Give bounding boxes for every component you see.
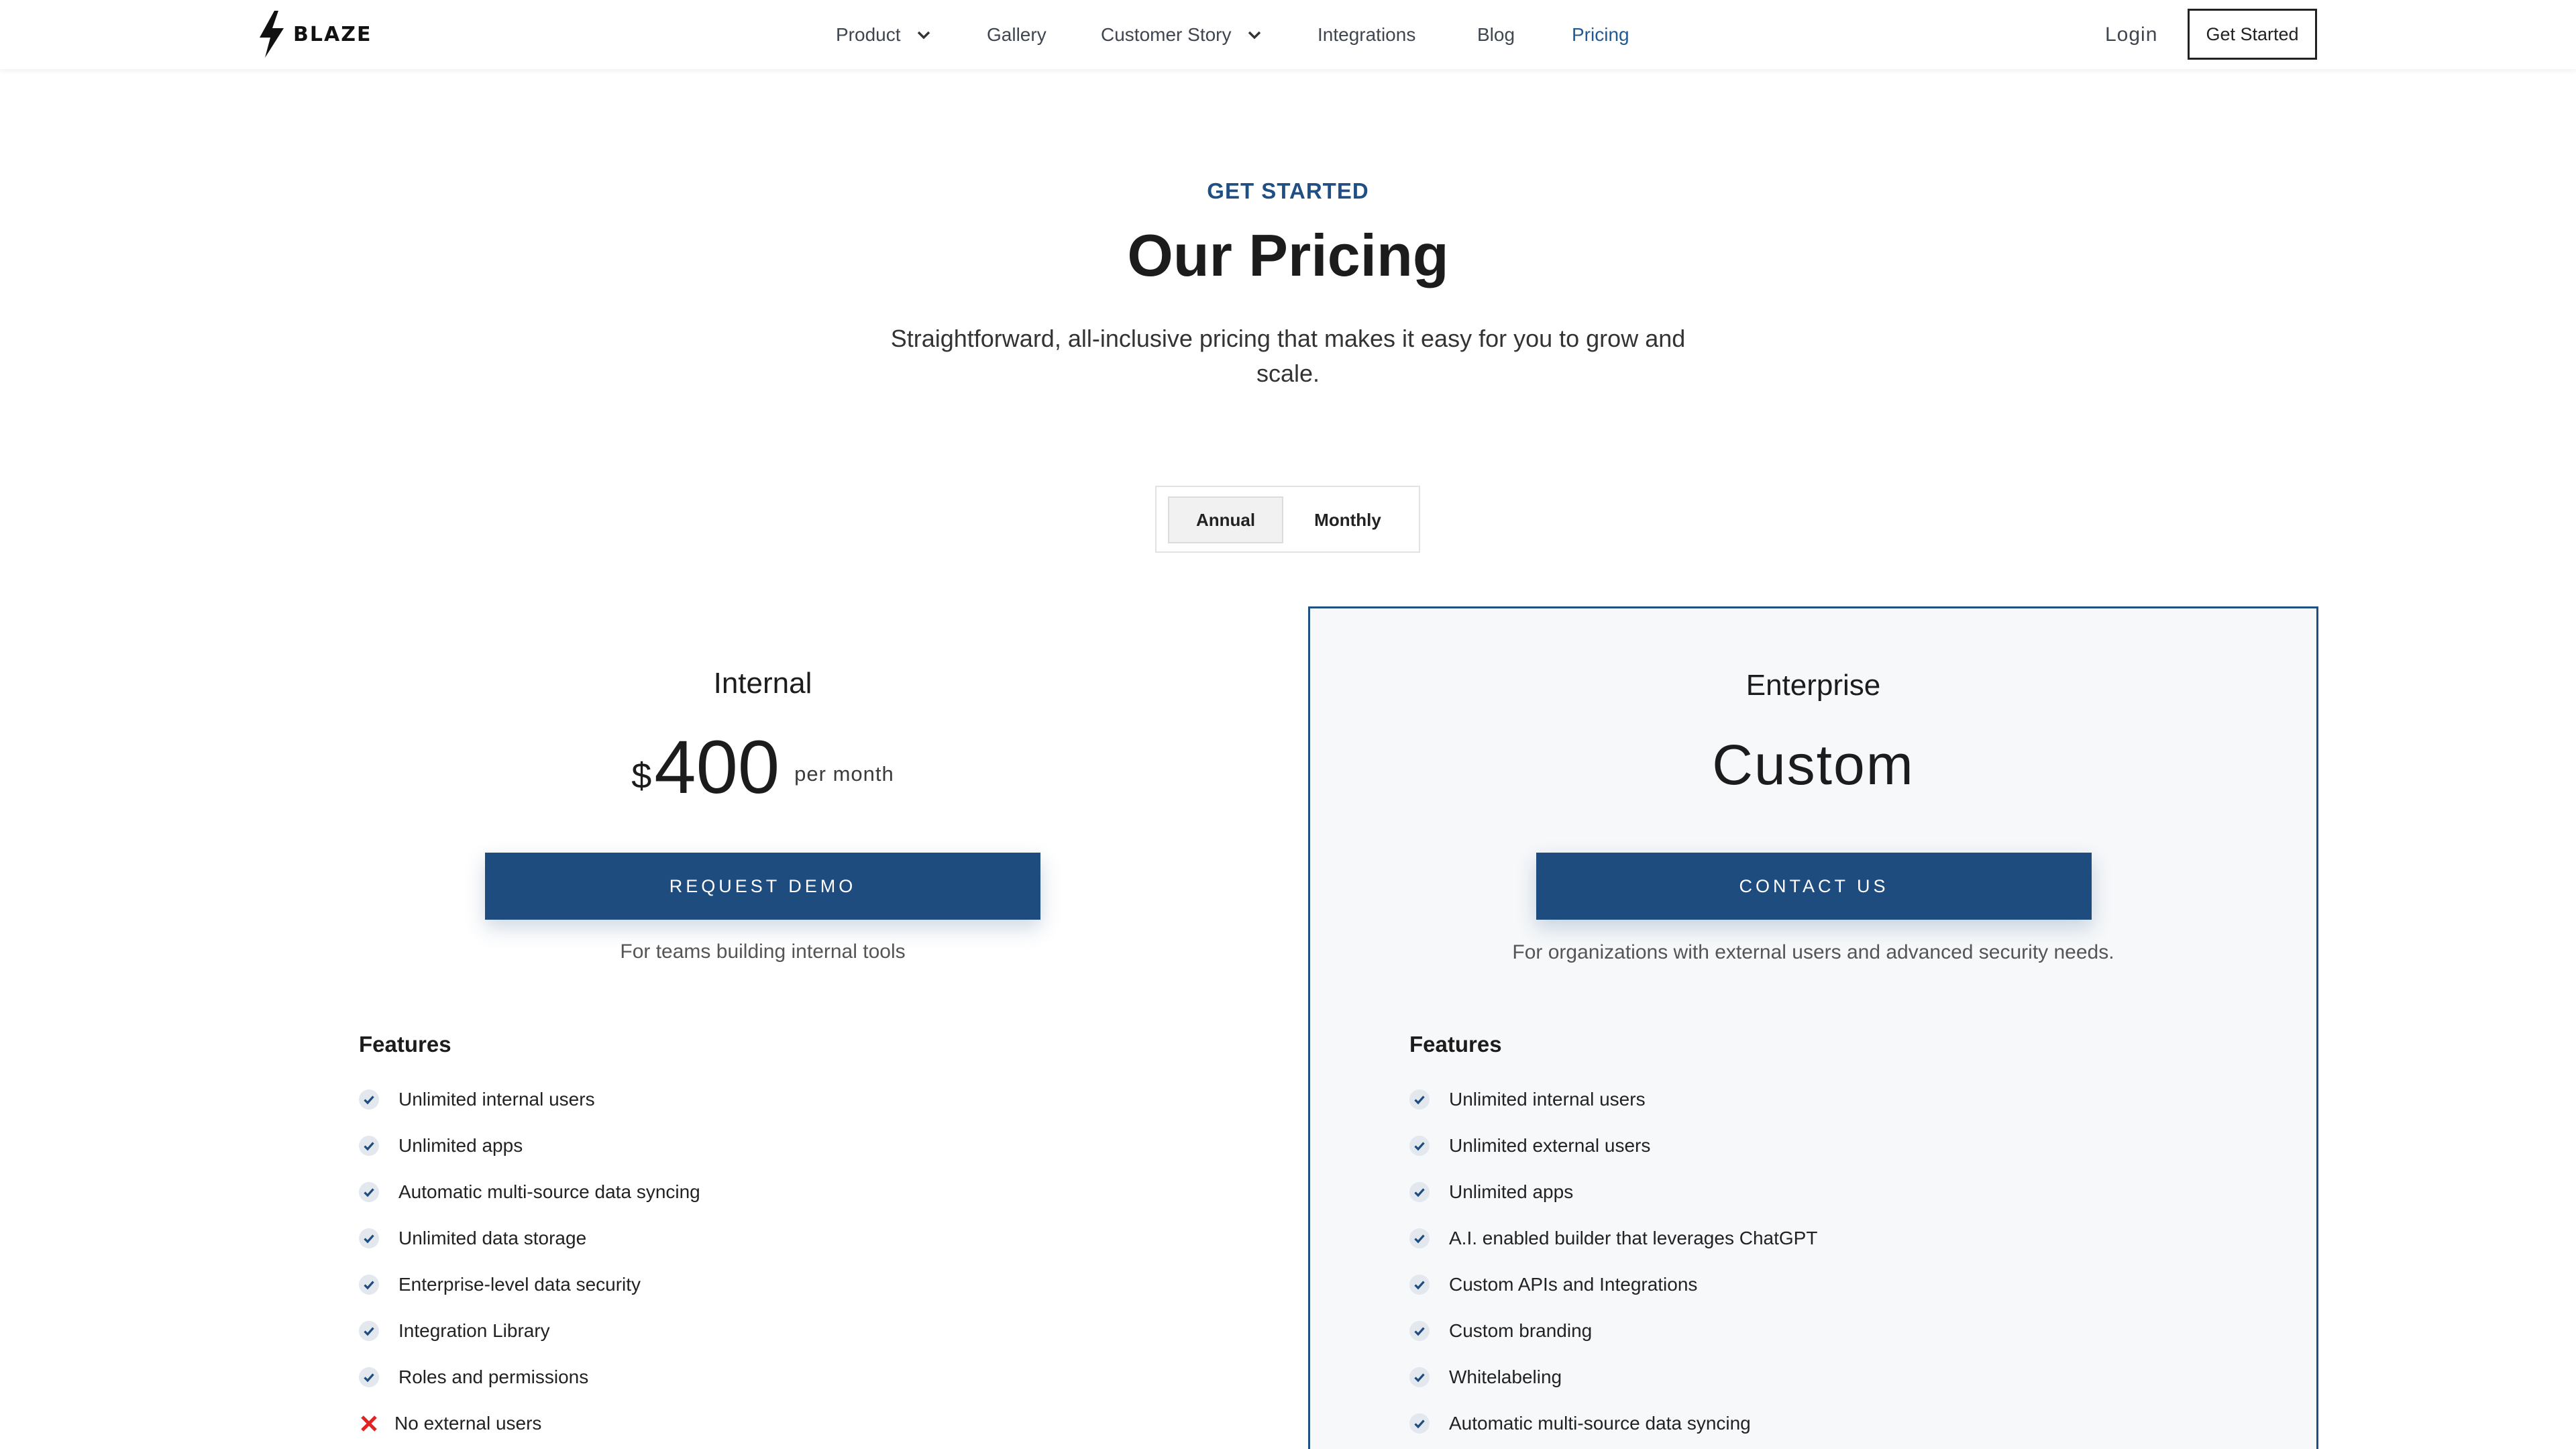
feature-item: Integration Library <box>359 1307 700 1354</box>
feature-item: Custom APIs and Integrations <box>1409 1261 1817 1307</box>
features-heading: Features <box>1409 1032 1502 1057</box>
page-subtitle: Straightforward, all-inclusive pricing t… <box>890 325 1686 387</box>
feature-label: Unlimited external users <box>1449 1134 1651 1156</box>
lightning-bolt-icon <box>257 11 286 58</box>
check-icon <box>1409 1274 1430 1295</box>
feature-label: Roles and permissions <box>398 1366 589 1387</box>
feature-label: Enterprise-level data security <box>398 1273 641 1295</box>
price-currency: $ <box>631 756 652 796</box>
feature-label: A.I. enabled builder that leverages Chat… <box>1449 1227 1818 1248</box>
top-navbar: BLAZE Product Gallery Customer Story Int… <box>0 0 2576 69</box>
toggle-annual[interactable]: Annual <box>1168 496 1283 543</box>
nav-item-integrations[interactable]: Integrations <box>1318 0 1415 69</box>
feature-label: Automatic multi-source data syncing <box>398 1181 700 1202</box>
plan-tagline: For organizations with external users an… <box>1512 941 2114 963</box>
check-icon <box>1409 1181 1430 1202</box>
logo-text: BLAZE <box>293 22 372 46</box>
feature-item: Unlimited internal users <box>1409 1076 1817 1122</box>
nav-item-label: Integrations <box>1318 23 1416 45</box>
check-icon <box>359 1181 379 1202</box>
feature-label: No external users <box>394 1412 542 1434</box>
feature-item: Unlimited apps <box>1409 1169 1817 1215</box>
feature-list: Unlimited internal users Unlimited exter… <box>1409 1076 1817 1446</box>
plan-tagline: For teams building internal tools <box>620 941 906 963</box>
feature-item: Unlimited data storage <box>359 1215 700 1261</box>
check-icon <box>1409 1089 1430 1110</box>
get-started-button[interactable]: Get Started <box>2188 9 2317 60</box>
feature-list: Unlimited internal users Unlimited apps … <box>359 1076 700 1446</box>
feature-label: Unlimited internal users <box>1449 1088 1646 1110</box>
page-title: Our Pricing <box>1127 222 1449 288</box>
feature-label: Unlimited apps <box>398 1134 523 1156</box>
plan-card-enterprise: Enterprise Custom CONTACT US For organiz… <box>1308 606 2318 1449</box>
check-icon <box>1409 1135 1430 1156</box>
feature-item: Whitelabeling <box>1409 1354 1817 1400</box>
check-icon <box>359 1320 379 1341</box>
nav-item-label: Blog <box>1477 23 1515 45</box>
feature-label: Unlimited data storage <box>398 1227 587 1248</box>
feature-label: Whitelabeling <box>1449 1366 1562 1387</box>
feature-label: Unlimited internal users <box>398 1088 595 1110</box>
feature-label: Automatic multi-source data syncing <box>1449 1412 1751 1434</box>
check-icon <box>1409 1228 1430 1248</box>
feature-item-excluded: No external users <box>359 1400 700 1446</box>
feature-item: Roles and permissions <box>359 1354 700 1400</box>
nav-item-product[interactable]: Product <box>836 0 933 69</box>
check-icon <box>359 1089 379 1110</box>
check-icon <box>359 1274 379 1295</box>
feature-label: Integration Library <box>398 1320 550 1341</box>
nav-item-label: Pricing <box>1572 23 1629 45</box>
feature-label: Custom branding <box>1449 1320 1593 1341</box>
nav-item-blog[interactable]: Blog <box>1477 0 1515 69</box>
price-period: per month <box>794 762 894 786</box>
nav-item-label: Product <box>836 23 901 45</box>
login-link[interactable]: Login <box>2105 0 2157 69</box>
feature-item: Unlimited apps <box>359 1122 700 1169</box>
feature-label: Custom APIs and Integrations <box>1449 1273 1698 1295</box>
check-icon <box>359 1135 379 1156</box>
check-icon <box>1409 1320 1430 1341</box>
nav-item-gallery[interactable]: Gallery <box>987 0 1046 69</box>
plan-price: Custom <box>1712 733 1915 796</box>
features-heading: Features <box>359 1032 451 1057</box>
check-icon <box>1409 1366 1430 1387</box>
plan-name: Internal <box>713 667 812 700</box>
feature-item: Unlimited external users <box>1409 1122 1817 1169</box>
billing-toggle: Annual Monthly <box>1155 486 1420 553</box>
check-icon <box>1409 1413 1430 1434</box>
feature-item: A.I. enabled builder that leverages Chat… <box>1409 1215 1817 1261</box>
feature-item: Enterprise-level data security <box>359 1261 700 1307</box>
eyebrow-text: GET STARTED <box>1207 178 1369 203</box>
check-icon <box>359 1366 379 1387</box>
cross-icon <box>359 1413 379 1434</box>
nav-item-label: Gallery <box>987 23 1046 45</box>
logo-link[interactable]: BLAZE <box>257 11 372 58</box>
plan-price: $ 400 per month <box>258 724 1268 805</box>
price-amount: 400 <box>654 725 780 809</box>
feature-label: Unlimited apps <box>1449 1181 1574 1202</box>
feature-item: Automatic multi-source data syncing <box>359 1169 700 1215</box>
nav-item-pricing[interactable]: Pricing <box>1572 0 1629 69</box>
plan-card-internal: Internal $ 400 per month REQUEST DEMO Fo… <box>258 606 1268 1449</box>
contact-us-button[interactable]: CONTACT US <box>1536 853 2092 920</box>
chevron-down-icon <box>914 25 933 44</box>
check-icon <box>359 1228 379 1248</box>
chevron-down-icon <box>1245 25 1264 44</box>
nav-item-customer-story[interactable]: Customer Story <box>1101 0 1264 69</box>
plan-name: Enterprise <box>1746 669 1881 702</box>
toggle-monthly[interactable]: Monthly <box>1287 496 1408 543</box>
feature-item: Unlimited internal users <box>359 1076 700 1122</box>
feature-item: Custom branding <box>1409 1307 1817 1354</box>
feature-item: Automatic multi-source data syncing <box>1409 1400 1817 1446</box>
request-demo-button[interactable]: REQUEST DEMO <box>485 853 1040 920</box>
nav-item-label: Customer Story <box>1101 23 1232 45</box>
